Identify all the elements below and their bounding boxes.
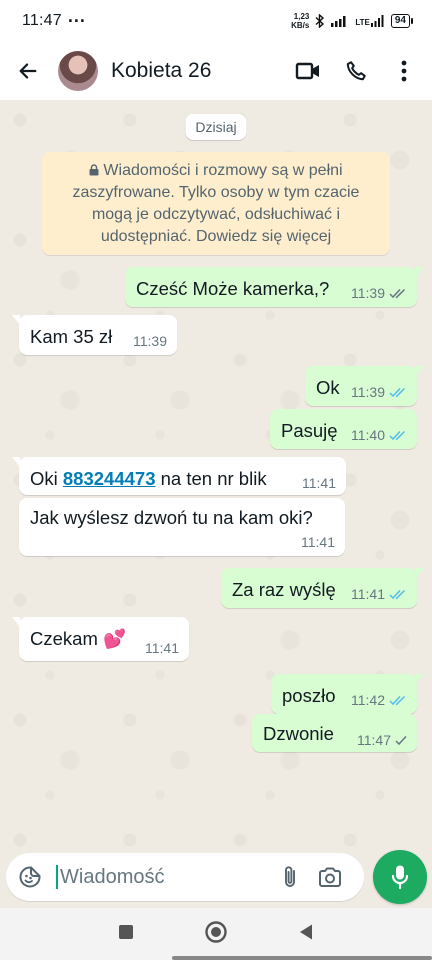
sticker-button[interactable]: [6, 853, 54, 901]
message-text: Kam 35 zł: [30, 326, 113, 347]
lock-icon: [89, 164, 99, 176]
status-bar: 11:47 ··· 1,23 KB/s LTE 94: [0, 0, 432, 42]
message-text: Ok: [316, 377, 340, 398]
voice-message-button[interactable]: [373, 850, 427, 904]
message-text: Za raz wyślę: [232, 579, 336, 600]
sticker-icon: [19, 866, 41, 888]
home-button[interactable]: [204, 920, 228, 949]
phone-number-link[interactable]: 883244473: [63, 468, 156, 489]
message-input-box[interactable]: [6, 853, 364, 901]
signal-icon: [331, 16, 346, 27]
message-time: 11:47: [357, 732, 391, 748]
circle-icon: [205, 920, 227, 943]
phone-icon: [346, 61, 366, 81]
status-time: 11:47: [22, 12, 62, 29]
message-bubble-incoming[interactable]: Kam 35 zł 11:39: [12, 315, 177, 355]
message-time: 11:41: [145, 640, 179, 656]
double-check-read-icon: [389, 589, 406, 599]
camera-button[interactable]: [310, 853, 350, 901]
text-cursor: [56, 865, 58, 889]
back-button[interactable]: [2, 45, 54, 97]
more-notifications-icon: ···: [67, 11, 86, 31]
message-time: 11:40: [351, 427, 385, 443]
message-bubble-outgoing[interactable]: poszło 11:42: [271, 674, 424, 714]
message-text: Czekam 💕: [30, 628, 127, 649]
learn-more-link[interactable]: Dowiedz się więcej: [196, 228, 331, 245]
double-check-read-icon: [389, 387, 406, 397]
message-bubble-incoming[interactable]: Jak wyślesz dzwoń tu na kam oki? 11:41: [19, 498, 345, 556]
back-nav-button[interactable]: [298, 923, 314, 946]
message-time: 11:41: [301, 534, 335, 550]
paperclip-icon: [285, 866, 295, 887]
message-bubble-incoming[interactable]: Oki 883244473 na ten nr blik 11:41: [12, 457, 346, 495]
message-bubble-outgoing[interactable]: Ok 11:39: [305, 366, 424, 406]
message-time: 11:41: [351, 586, 385, 602]
double-check-read-icon: [389, 430, 406, 440]
lte-signal: LTE: [355, 15, 385, 27]
video-call-icon: [295, 62, 319, 80]
hearts-emoji: 💕: [103, 628, 127, 649]
square-icon: [119, 924, 133, 939]
message-input[interactable]: [60, 865, 270, 889]
message-composer: [0, 850, 432, 908]
microphone-icon: [391, 865, 409, 890]
date-divider: Dzisiaj: [185, 114, 247, 140]
single-check-icon: [395, 735, 407, 745]
double-check-icon: [389, 288, 406, 298]
message-bubble-outgoing[interactable]: Dzwonie 11:47: [252, 714, 417, 752]
gesture-bar: [172, 956, 432, 960]
voice-call-button[interactable]: [334, 49, 378, 93]
message-text: poszło: [282, 685, 336, 706]
camera-icon: [319, 867, 341, 887]
recents-button[interactable]: [118, 924, 134, 945]
avatar[interactable]: [58, 51, 98, 91]
network-speed: 1,23 KB/s: [291, 12, 310, 30]
message-time: 11:39: [133, 333, 167, 349]
message-bubble-outgoing[interactable]: Pasuję 11:40: [270, 409, 417, 449]
message-bubble-outgoing[interactable]: Cześć Może kamerka,? 11:39: [125, 267, 424, 307]
back-arrow-icon: [19, 63, 37, 79]
encryption-notice[interactable]: Wiadomości i rozmowy są w pełni zaszyfro…: [42, 152, 390, 255]
contact-name[interactable]: Kobieta 26: [111, 59, 211, 83]
signal-icon-2: [370, 15, 384, 27]
chat-header: Kobieta 26: [0, 42, 432, 100]
more-options-button[interactable]: [382, 49, 426, 93]
triangle-back-icon: [300, 924, 312, 939]
message-time: 11:39: [351, 384, 385, 400]
double-check-read-icon: [389, 695, 406, 705]
message-bubble-outgoing[interactable]: Za raz wyślę 11:41: [221, 568, 424, 608]
message-text: Pasuję: [281, 420, 338, 441]
battery-indicator: 94: [390, 14, 414, 28]
bluetooth-icon: [315, 14, 325, 28]
message-text: Oki 883244473 na ten nr blik: [30, 468, 267, 489]
message-time: 11:41: [302, 475, 336, 491]
message-text: Jak wyślesz dzwoń tu na kam oki?: [30, 507, 313, 528]
message-time: 11:39: [351, 285, 385, 301]
attach-button[interactable]: [270, 853, 310, 901]
system-navigation-bar: [0, 908, 432, 960]
more-vert-icon: [401, 60, 407, 82]
message-text: Dzwonie: [263, 723, 334, 744]
message-time: 11:42: [351, 692, 385, 708]
message-bubble-incoming[interactable]: Czekam 💕 11:41: [12, 617, 189, 661]
video-call-button[interactable]: [286, 49, 330, 93]
message-text: Cześć Może kamerka,?: [136, 278, 330, 299]
